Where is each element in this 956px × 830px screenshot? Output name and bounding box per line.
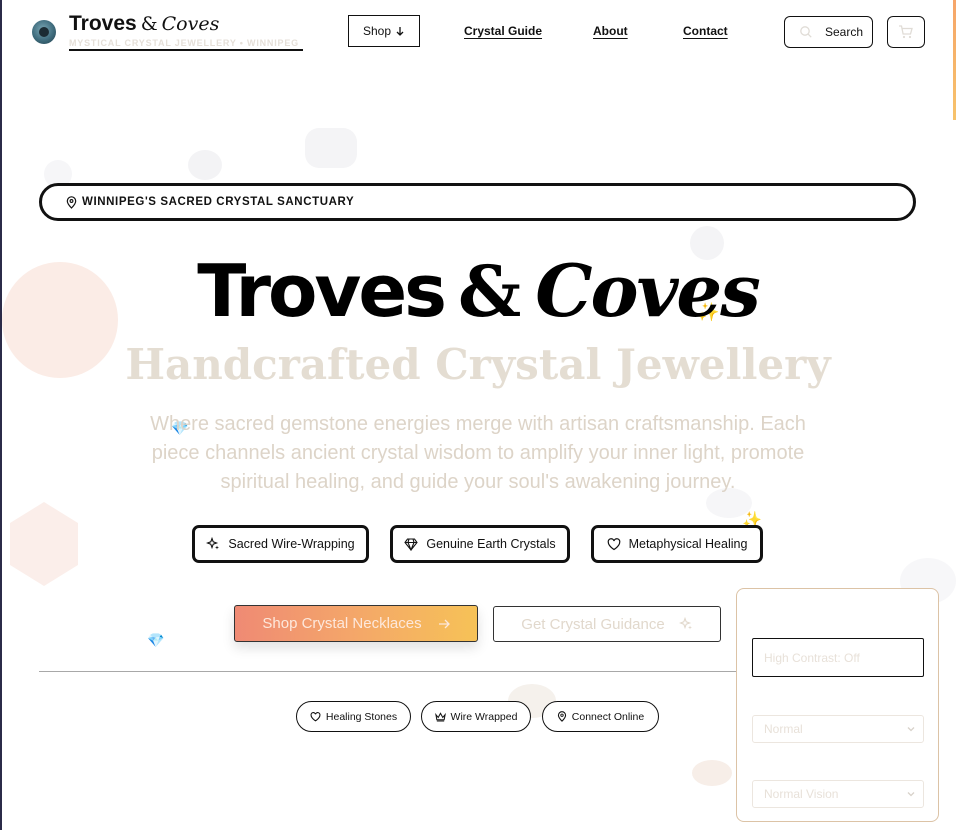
sparkles-icon: [206, 537, 220, 550]
text-size-value: Normal: [764, 722, 803, 736]
feature-wire-wrapping: Sacred Wire-Wrapping: [192, 525, 369, 563]
cart-icon: [899, 25, 913, 39]
tag-label: Connect Online: [571, 710, 645, 723]
feature-label: Sacred Wire-Wrapping: [228, 537, 355, 551]
decor-blob: [188, 150, 222, 180]
cta-secondary-label: Get Crystal Guidance: [521, 615, 665, 633]
logo-crystal-icon[interactable]: [32, 20, 56, 44]
hero-title-main: Troves: [197, 249, 447, 333]
vision-mode-value: Normal Vision: [764, 787, 839, 801]
brand-ampersand: &: [140, 13, 158, 35]
hero-title-ampersand: &: [458, 250, 522, 333]
decor-hexagon: [10, 502, 78, 586]
tag-wire-wrapped[interactable]: Wire Wrapped: [421, 701, 531, 732]
accessibility-panel: High Contrast: Off Normal Normal Vision: [736, 588, 939, 822]
tag-connect-online[interactable]: Connect Online: [542, 701, 659, 732]
tag-healing-stones[interactable]: Healing Stones: [296, 701, 411, 732]
crown-icon: [434, 711, 446, 721]
chevron-down-icon: [907, 792, 915, 797]
cart-button[interactable]: [887, 16, 925, 48]
shop-label: Shop: [362, 24, 392, 38]
gem-icon: 💎: [147, 632, 165, 648]
feature-metaphysical-healing: Metaphysical Healing: [591, 525, 763, 563]
shop-menu-button[interactable]: Shop: [348, 15, 420, 47]
tag-label: Healing Stones: [325, 710, 398, 723]
decor-blob: [305, 128, 357, 168]
heart-icon: [310, 711, 321, 721]
site-header: Troves & Coves MYSTICAL CRYSTAL JEWELLERY …: [0, 0, 956, 66]
arrow-right-icon: [438, 619, 450, 628]
sparkles-icon: [678, 617, 692, 630]
decor-blob: [692, 760, 732, 786]
hero-subtitle: Handcrafted Crystal Jewellery: [125, 340, 831, 389]
high-contrast-toggle[interactable]: High Contrast: Off: [752, 638, 924, 677]
heart-icon: [607, 537, 620, 550]
brand-logo[interactable]: Troves & Coves: [69, 12, 219, 36]
left-edge-border: [0, 0, 2, 830]
arrow-down-icon: [396, 27, 404, 36]
nav-link-contact[interactable]: Contact: [683, 24, 728, 38]
shop-necklaces-button[interactable]: Shop Crystal Necklaces: [234, 605, 478, 642]
crystal-guidance-button[interactable]: Get Crystal Guidance: [493, 606, 721, 642]
search-icon: [800, 26, 812, 38]
text-size-select[interactable]: Normal: [752, 715, 924, 743]
brand-script: Coves: [161, 13, 220, 35]
search-button[interactable]: Search: [784, 16, 873, 48]
diamond-icon: [404, 537, 419, 551]
feature-label: Metaphysical Healing: [628, 537, 748, 551]
tag-label: Wire Wrapped: [450, 710, 518, 723]
brand-tagline: MYSTICAL CRYSTAL JEWELLERY • WINNIPEG: [69, 38, 303, 51]
hero-title-script: Coves: [535, 248, 761, 333]
map-pin-icon: [557, 711, 566, 722]
map-pin-icon: [66, 196, 77, 209]
location-badge: WINNIPEG'S SACRED CRYSTAL SANCTUARY: [39, 183, 916, 221]
chevron-down-icon: [907, 727, 915, 732]
feature-earth-crystals: Genuine Earth Crystals: [390, 525, 570, 563]
nav-link-about[interactable]: About: [593, 24, 628, 38]
section-divider: [39, 671, 739, 672]
search-label: Search: [825, 25, 864, 39]
hero-title: Troves & Coves: [0, 248, 956, 333]
nav-link-crystal-guide[interactable]: Crystal Guide: [464, 24, 542, 38]
cta-primary-label: Shop Crystal Necklaces: [262, 615, 422, 632]
location-label: WINNIPEG'S SACRED CRYSTAL SANCTUARY: [82, 196, 355, 208]
brand-name: Troves: [69, 12, 137, 35]
vision-mode-select[interactable]: Normal Vision: [752, 780, 924, 808]
feature-label: Genuine Earth Crystals: [426, 537, 556, 551]
hero-description: Where sacred gemstone energies merge wit…: [150, 413, 806, 493]
